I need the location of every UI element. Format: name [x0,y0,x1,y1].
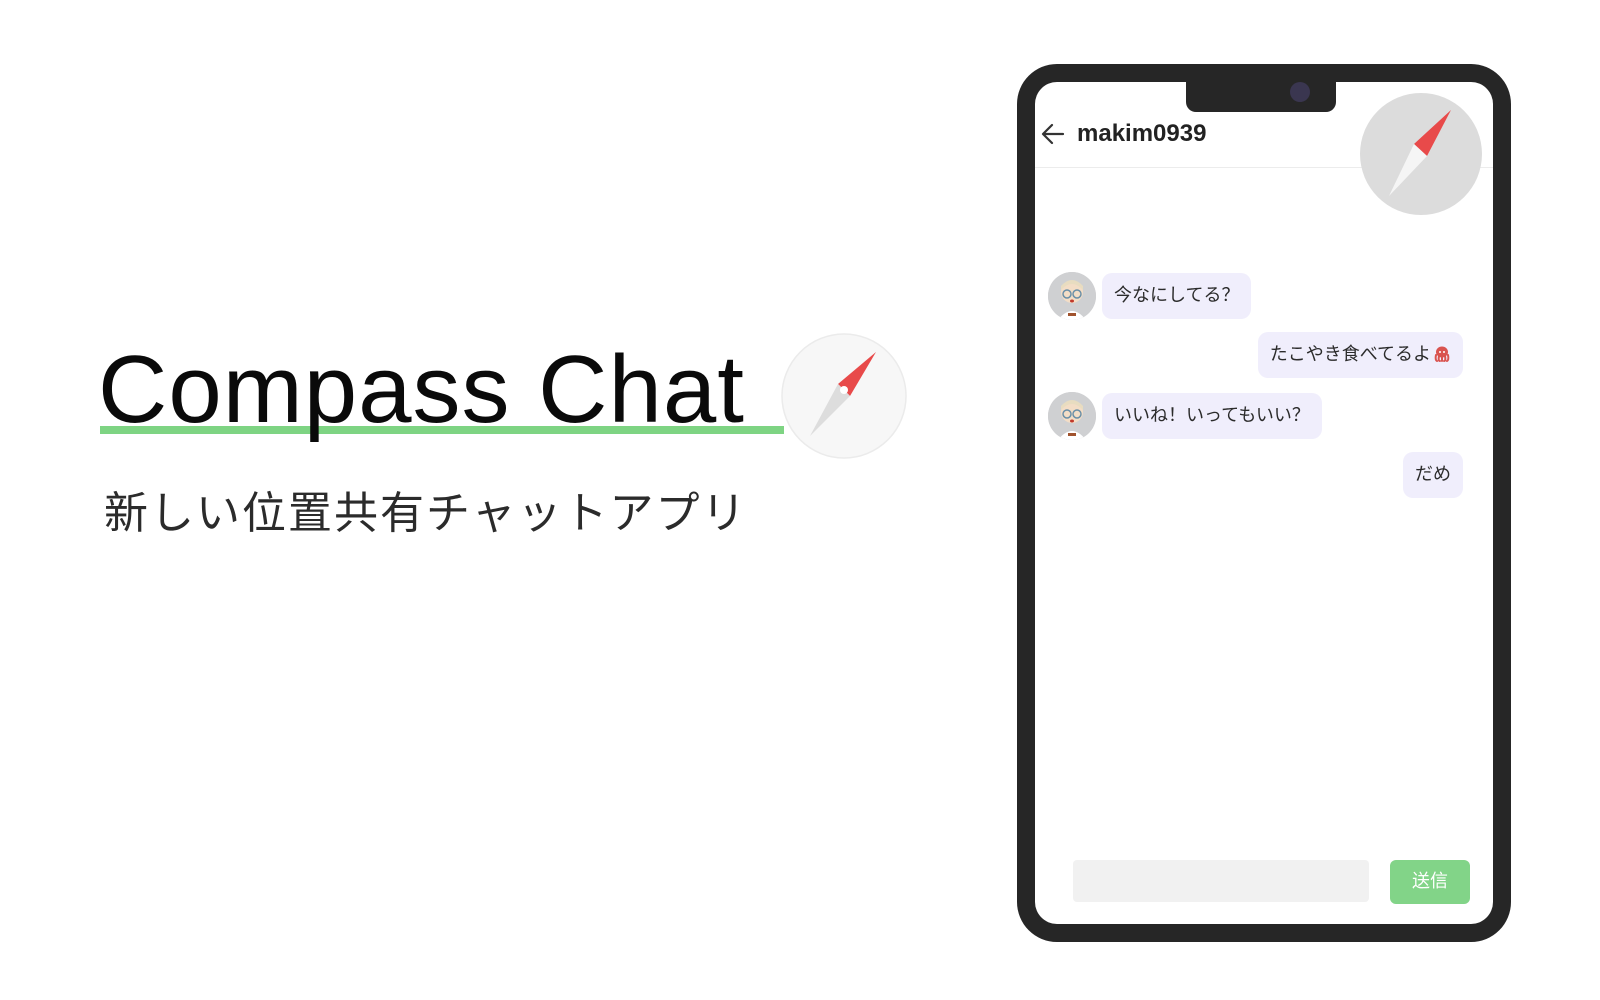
phone-frame: makim0939 今なにしてる？ たこやき食べてるよ いいね！いってもいい？ … [1017,64,1511,942]
hero-title-block: Compass Chat [98,338,788,442]
phone-screen: makim0939 今なにしてる？ たこやき食べてるよ いいね！いってもいい？ … [1035,82,1493,924]
message-bubble: いいね！いってもいい？ [1102,393,1322,439]
user-avatar [1048,392,1096,440]
message-input[interactable] [1073,860,1369,902]
message-row-outgoing: たこやき食べてるよ [1257,332,1463,378]
stage: Compass Chat 新しい位置共有チャットアプリ makim0939 今な… [0,0,1600,1000]
octopus-emoji [1434,346,1450,362]
user-avatar [1048,272,1096,320]
compass-icon[interactable] [1359,92,1483,216]
message-row-incoming: 今なにしてる？ [1048,272,1252,320]
app-subtitle: 新しい位置共有チャットアプリ [104,488,748,539]
send-button[interactable]: 送信 [1390,860,1470,904]
message-row-incoming: いいね！いってもいい？ [1048,392,1322,440]
message-bubble: 今なにしてる？ [1102,273,1252,319]
arrow-left-icon[interactable] [1039,120,1067,148]
message-bubble: だめ [1403,452,1463,498]
camera-icon [1290,82,1310,102]
app-title: Compass Chat [98,336,745,443]
message-bubble: たこやき食べてるよ [1257,332,1463,378]
compass-icon [781,333,907,459]
message-row-outgoing: だめ [1403,452,1463,498]
chat-username[interactable]: makim0939 [1077,120,1206,148]
phone-notch [1186,82,1336,112]
message-text: たこやき食べてるよ [1269,344,1431,365]
